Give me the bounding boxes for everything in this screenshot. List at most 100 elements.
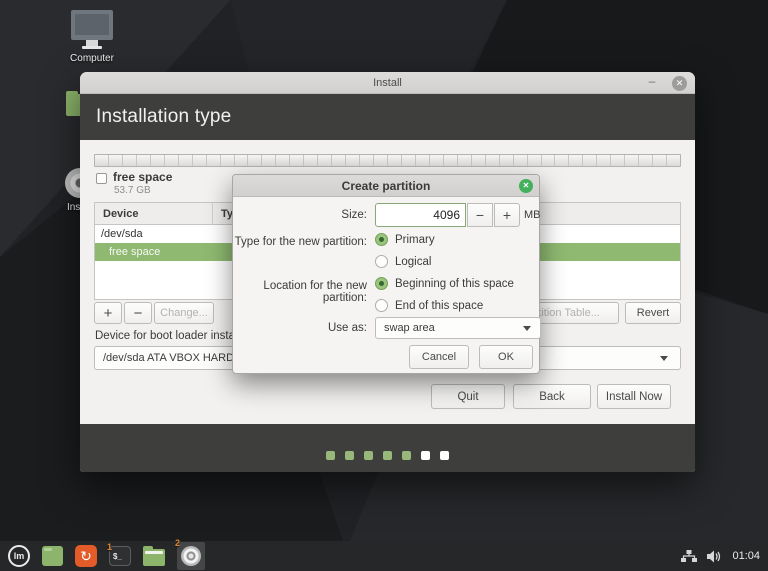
remove-partition-button[interactable]: − [124,302,152,324]
create-partition-dialog: Create partition ✕ Size: − + MB Type for… [232,174,540,374]
partition-bar-segment [179,155,193,166]
ok-button[interactable]: OK [479,345,533,369]
partition-bar-segment [193,155,207,166]
radio-label: Beginning of this space [395,278,514,290]
partition-bar-segment [374,155,388,166]
radio-logical[interactable]: Logical [375,255,431,268]
disc-icon [181,546,201,566]
size-input[interactable] [375,203,466,227]
radio-label: Logical [395,256,431,268]
disc-window-button[interactable]: 2 [177,542,205,570]
install-now-button[interactable]: Install Now [597,384,671,409]
radio-selected-icon [375,277,388,290]
use-as-label: Use as: [233,322,367,334]
progress-dot [326,451,335,460]
radio-beginning[interactable]: Beginning of this space [375,277,514,290]
use-as-value: swap area [384,322,435,334]
mint-menu-icon[interactable]: lm [8,545,30,567]
back-button[interactable]: Back [513,384,591,409]
partition-bar-segment [583,155,597,166]
show-desktop-button[interactable] [42,546,63,566]
partition-bar-segment [402,155,416,166]
partition-bar-segment [109,155,123,166]
column-header-device[interactable]: Device [95,203,213,224]
dialog-title: Create partition [342,179,431,193]
terminal-launcher[interactable]: 1 $_ [109,546,131,566]
quit-button[interactable]: Quit [431,384,505,409]
radio-primary[interactable]: Primary [375,233,435,246]
network-icon[interactable] [681,550,697,563]
size-increment-button[interactable]: + [494,203,520,227]
partition-bar-segment [95,155,109,166]
partition-bar-segment [248,155,262,166]
installer-launcher[interactable]: ↻ [75,545,97,567]
partition-bar-segment [151,155,165,166]
revert-button[interactable]: Revert [625,302,681,324]
window-title: Install [373,77,402,89]
partition-bar-segment [235,155,249,166]
progress-dot [440,451,449,460]
taskbar: lm ↻ 1 $_ 2 01:04 [0,541,768,571]
radio-label: Primary [395,234,435,246]
clock[interactable]: 01:04 [732,550,760,562]
progress-dots [326,451,449,460]
partition-bar-segment [444,155,458,166]
partition-bar-segment [514,155,528,166]
desktop-icon-computer[interactable]: Computer [60,10,124,64]
partition-bar-segment [500,155,514,166]
change-button[interactable]: Change... [154,302,214,324]
chevron-down-icon [523,326,531,331]
files-launcher[interactable] [143,546,165,566]
dialog-close-icon[interactable]: ✕ [519,179,533,193]
computer-monitor-base [82,46,102,49]
partition-bar-segment [276,155,290,166]
dialog-titlebar[interactable]: Create partition ✕ [233,175,539,197]
legend-label: free space [113,170,172,184]
partition-bar-segment [332,155,346,166]
partition-bar-segment [416,155,430,166]
partition-bar [94,154,681,167]
cancel-button[interactable]: Cancel [409,345,469,369]
show-desktop-icon [42,546,63,566]
partition-bar-segment [625,155,639,166]
partition-bar-segment [290,155,304,166]
window-titlebar[interactable]: Install – ✕ [80,72,695,94]
partition-bar-segment [569,155,583,166]
radio-end[interactable]: End of this space [375,299,483,312]
size-label: Size: [233,209,367,221]
partition-bar-segment [486,155,500,166]
add-partition-button[interactable]: + [94,302,122,324]
partition-bar-segment [528,155,542,166]
size-decrement-button[interactable]: − [467,203,493,227]
progress-dot [364,451,373,460]
radio-label: End of this space [395,300,483,312]
partition-bar-segment [388,155,402,166]
progress-dot [383,451,392,460]
partition-bar-segment [360,155,374,166]
partition-bar-segment [542,155,556,166]
partition-bar-segment [555,155,569,166]
free-space-checkbox[interactable] [96,173,107,184]
partition-bar-segment [611,155,625,166]
partition-bar-segment [472,155,486,166]
terminal-icon: $_ [109,546,131,566]
radio-selected-icon [375,233,388,246]
partition-bar-segment [221,155,235,166]
location-label: Location for the new partition: [233,280,367,304]
desktop-icon-label: Computer [60,53,124,64]
volume-icon[interactable] [707,550,722,563]
radio-unselected-icon [375,299,388,312]
partition-bar-segment [430,155,444,166]
use-as-dropdown[interactable]: swap area [375,317,541,339]
computer-monitor-icon [71,10,113,40]
size-unit-label: MB [524,209,541,221]
progress-dot [402,451,411,460]
radio-unselected-icon [375,255,388,268]
partition-bar-segment [137,155,151,166]
partition-bar-segment [207,155,221,166]
partition-bar-segment [597,155,611,166]
installer-icon: ↻ [75,545,97,567]
minimize-icon[interactable]: – [645,75,659,89]
close-icon[interactable]: ✕ [672,76,687,91]
system-tray: 01:04 [681,550,768,563]
